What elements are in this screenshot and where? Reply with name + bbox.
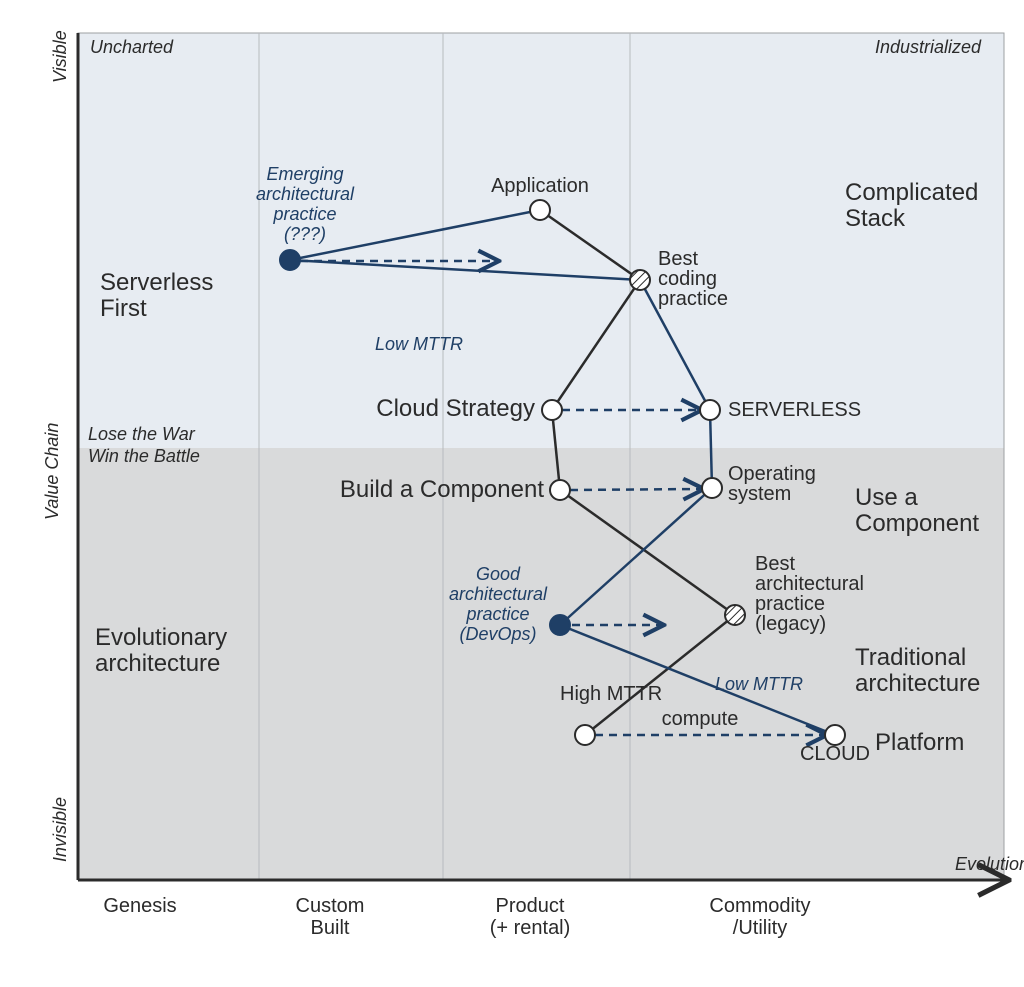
node-best-arch-legacy bbox=[725, 605, 745, 625]
node-good-arch bbox=[550, 615, 570, 635]
y-axis-label: Value Chain bbox=[42, 423, 62, 520]
label-build-component: Build a Component bbox=[340, 476, 544, 503]
zone-upper bbox=[78, 33, 1004, 448]
side-label-platform: Platform bbox=[875, 729, 964, 756]
label-cloud-strategy: Cloud Strategy bbox=[376, 395, 535, 422]
label-low-mttr-top: Low MTTR bbox=[375, 334, 463, 354]
corner-uncharted: Uncharted bbox=[90, 37, 174, 57]
y-axis-top-label: Visible bbox=[50, 30, 70, 83]
x-tick: Commodity/Utility bbox=[709, 895, 810, 939]
side-label-traditional: Traditionalarchitecture bbox=[855, 644, 980, 697]
x-tick: CustomBuilt bbox=[296, 895, 365, 939]
y-axis-bottom-label: Invisible bbox=[50, 797, 70, 862]
label-compute: compute bbox=[662, 708, 739, 730]
zone-label-lose-war: Lose the War bbox=[88, 424, 196, 444]
node-operating-system bbox=[702, 478, 722, 498]
corner-industrialized: Industrialized bbox=[875, 37, 982, 57]
x-tick: Product(+ rental) bbox=[490, 895, 571, 939]
label-high-mttr: High MTTR bbox=[560, 683, 662, 705]
wardley-map: { "axes": { "y_label": "Value Chain", "x… bbox=[0, 0, 1024, 987]
zone-label-win-battle: Win the Battle bbox=[88, 446, 200, 466]
node-emerging-practice bbox=[280, 250, 300, 270]
node-compute bbox=[575, 725, 595, 745]
node-cloud bbox=[825, 725, 845, 745]
node-best-coding bbox=[630, 270, 650, 290]
node-build-component bbox=[550, 480, 570, 500]
node-cloud-strategy bbox=[542, 400, 562, 420]
node-application bbox=[530, 200, 550, 220]
x-axis-label: Evolution bbox=[955, 854, 1024, 874]
node-serverless bbox=[700, 400, 720, 420]
label-application: Application bbox=[491, 175, 589, 197]
label-serverless: SERVERLESS bbox=[728, 399, 861, 421]
diagram-svg: Visible Invisible Value Chain Evolution … bbox=[0, 0, 1024, 987]
side-label-evolutionary: Evolutionaryarchitecture bbox=[95, 624, 227, 677]
label-low-mttr-right: Low MTTR bbox=[715, 674, 803, 694]
label-cloud: CLOUD bbox=[800, 743, 870, 765]
x-tick: Genesis bbox=[103, 895, 176, 917]
